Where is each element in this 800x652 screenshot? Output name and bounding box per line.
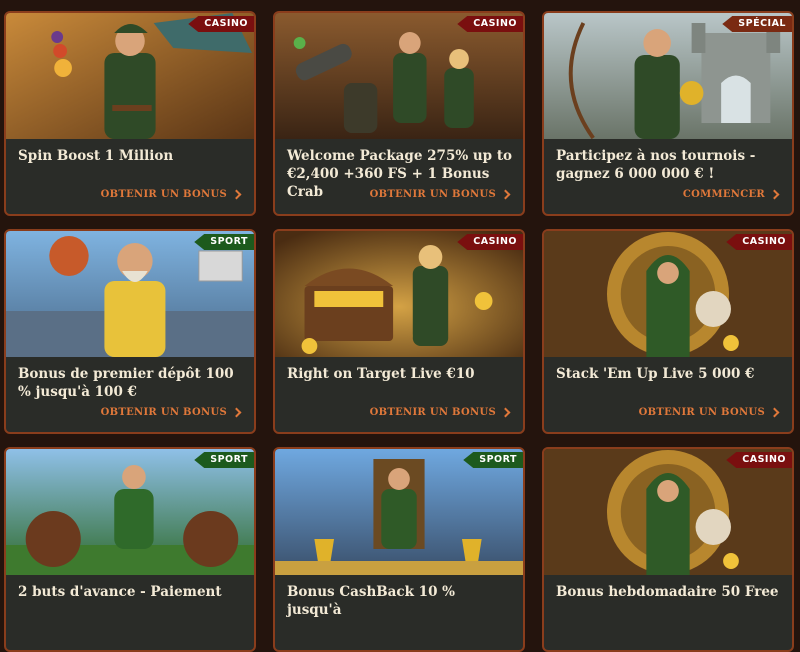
cta-label: OBTENIR UN BONUS <box>369 407 496 418</box>
category-badge: CASINO <box>457 234 523 250</box>
category-badge: CASINO <box>726 234 792 250</box>
promo-card[interactable]: SPORT Bonus CashBack 10 % jusqu'à <box>273 447 525 652</box>
promotions-grid: CASINO Spin Boost 1 Million OBTENIR UN B… <box>0 0 800 652</box>
get-bonus-link[interactable]: OBTENIR UN BONUS <box>100 189 242 200</box>
category-badge: CASINO <box>726 452 792 468</box>
chevron-right-icon <box>769 407 780 418</box>
promo-title: Bonus de premier dépôt 100 % jusqu'à 100… <box>18 366 234 400</box>
get-bonus-link[interactable]: OBTENIR UN BONUS <box>100 407 242 418</box>
category-badge: SPORT <box>194 234 254 250</box>
get-bonus-link[interactable]: OBTENIR UN BONUS <box>369 189 511 200</box>
promo-card[interactable]: CASINO Stack 'Em Up Live 5 000 € OBTENIR… <box>542 229 794 434</box>
category-badge: SPORT <box>194 452 254 468</box>
category-badge: SPÉCIAL <box>722 16 792 32</box>
cta-label: OBTENIR UN BONUS <box>638 407 765 418</box>
promo-card[interactable]: SPORT 2 buts d'avance - Paiement <box>4 447 256 652</box>
promo-title: Stack 'Em Up Live 5 000 € <box>556 366 755 382</box>
promo-title: Spin Boost 1 Million <box>18 148 174 164</box>
promo-card[interactable]: SPÉCIAL Participez à nos tournois - gagn… <box>542 11 794 216</box>
chevron-right-icon <box>500 407 511 418</box>
cta-label: OBTENIR UN BONUS <box>100 189 227 200</box>
promo-title: 2 buts d'avance - Paiement <box>18 584 222 600</box>
promo-card[interactable]: CASINO Bonus hebdomadaire 50 Free <box>542 447 794 652</box>
get-bonus-link[interactable]: OBTENIR UN BONUS <box>369 407 511 418</box>
category-badge: SPORT <box>463 452 523 468</box>
cta-label: COMMENCER <box>682 189 765 200</box>
category-badge: CASINO <box>457 16 523 32</box>
start-link[interactable]: COMMENCER <box>682 189 780 200</box>
promo-card[interactable]: CASINO Welcome Package 275% up to €2,400… <box>273 11 525 216</box>
promo-card[interactable]: SPORT Bonus de premier dépôt 100 % jusqu… <box>4 229 256 434</box>
cta-label: OBTENIR UN BONUS <box>100 407 227 418</box>
promo-title: Bonus hebdomadaire 50 Free <box>556 584 779 600</box>
chevron-right-icon <box>500 189 511 200</box>
get-bonus-link[interactable]: OBTENIR UN BONUS <box>638 407 780 418</box>
chevron-right-icon <box>769 189 780 200</box>
promo-title: Bonus CashBack 10 % jusqu'à <box>287 584 455 618</box>
promo-title: Participez à nos tournois - gagnez 6 000… <box>556 148 756 182</box>
category-badge: CASINO <box>188 16 254 32</box>
promo-card[interactable]: CASINO Right on Target Live €10 OBTENIR … <box>273 229 525 434</box>
promo-title: Right on Target Live €10 <box>287 366 475 382</box>
promo-card[interactable]: CASINO Spin Boost 1 Million OBTENIR UN B… <box>4 11 256 216</box>
cta-label: OBTENIR UN BONUS <box>369 189 496 200</box>
chevron-right-icon <box>231 189 242 200</box>
chevron-right-icon <box>231 407 242 418</box>
